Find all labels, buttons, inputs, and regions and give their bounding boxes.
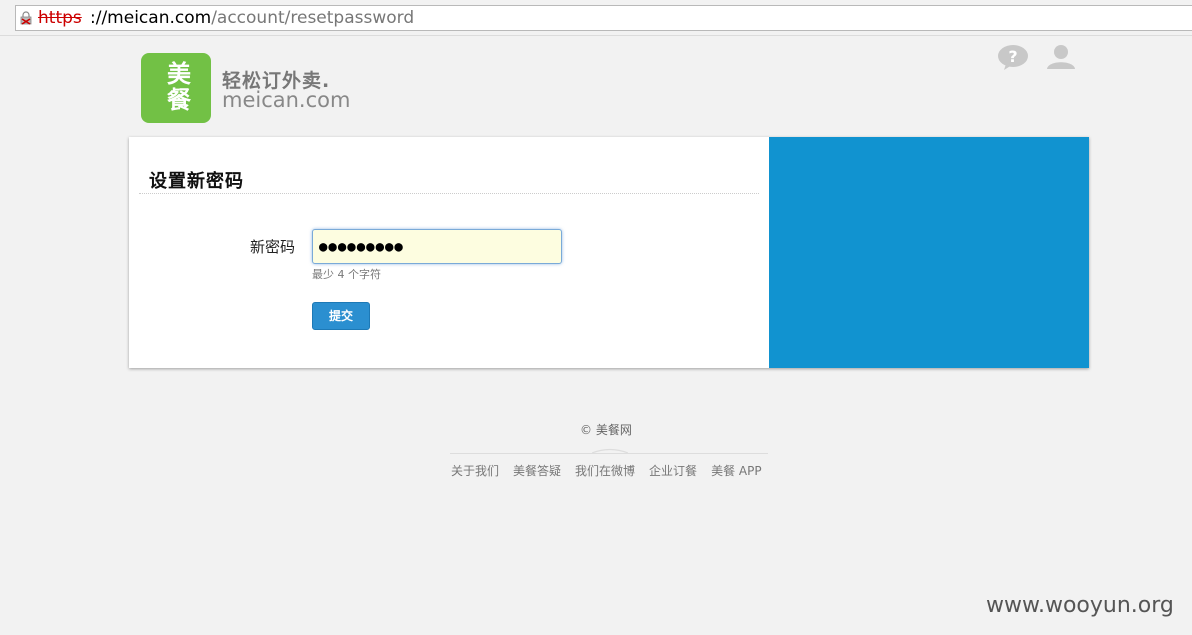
url-path: /account/resetpassword xyxy=(211,8,415,28)
browser-address-bar: https ://meican.com/account/resetpasswor… xyxy=(0,0,1192,36)
watermark: www.wooyun.org xyxy=(986,593,1174,618)
help-icon[interactable]: ? xyxy=(997,44,1029,70)
footer-link-enterprise[interactable]: 企业订餐 xyxy=(649,464,697,478)
submit-button[interactable]: 提交 xyxy=(312,302,370,330)
user-icon[interactable] xyxy=(1044,43,1078,71)
copyright: © 美餐网 xyxy=(580,423,632,437)
password-label: 新密码 xyxy=(250,238,296,256)
footer-link-weibo[interactable]: 我们在微博 xyxy=(575,464,635,478)
logo-char-1: 美 xyxy=(167,60,191,88)
new-password-input[interactable] xyxy=(312,229,562,264)
footer-link-app[interactable]: 美餐 APP xyxy=(711,464,762,478)
site-domain: meican.com xyxy=(222,88,351,112)
svg-text:?: ? xyxy=(1008,47,1017,66)
broken-lock-icon xyxy=(20,11,32,25)
page-title: 设置新密码 xyxy=(149,171,244,192)
logo-char-2: 餐 xyxy=(167,86,191,114)
site-logo[interactable]: 美 餐 xyxy=(141,53,211,123)
url-scheme: https xyxy=(38,8,82,28)
url-field[interactable]: https ://meican.com/account/resetpasswor… xyxy=(15,5,1192,31)
reset-password-panel: 设置新密码 新密码 最少 4 个字符 提交 xyxy=(129,137,1089,368)
footer-link-faq[interactable]: 美餐答疑 xyxy=(513,464,561,478)
password-hint: 最少 4 个字符 xyxy=(312,268,381,281)
footer-link-about[interactable]: 关于我们 xyxy=(451,464,499,478)
blue-side-panel xyxy=(769,137,1089,368)
title-divider xyxy=(139,193,759,194)
url-host: ://meican.com xyxy=(90,8,212,28)
footer-divider-curve xyxy=(592,448,628,454)
footer-links: 关于我们 美餐答疑 我们在微博 企业订餐 美餐 APP xyxy=(451,462,776,479)
